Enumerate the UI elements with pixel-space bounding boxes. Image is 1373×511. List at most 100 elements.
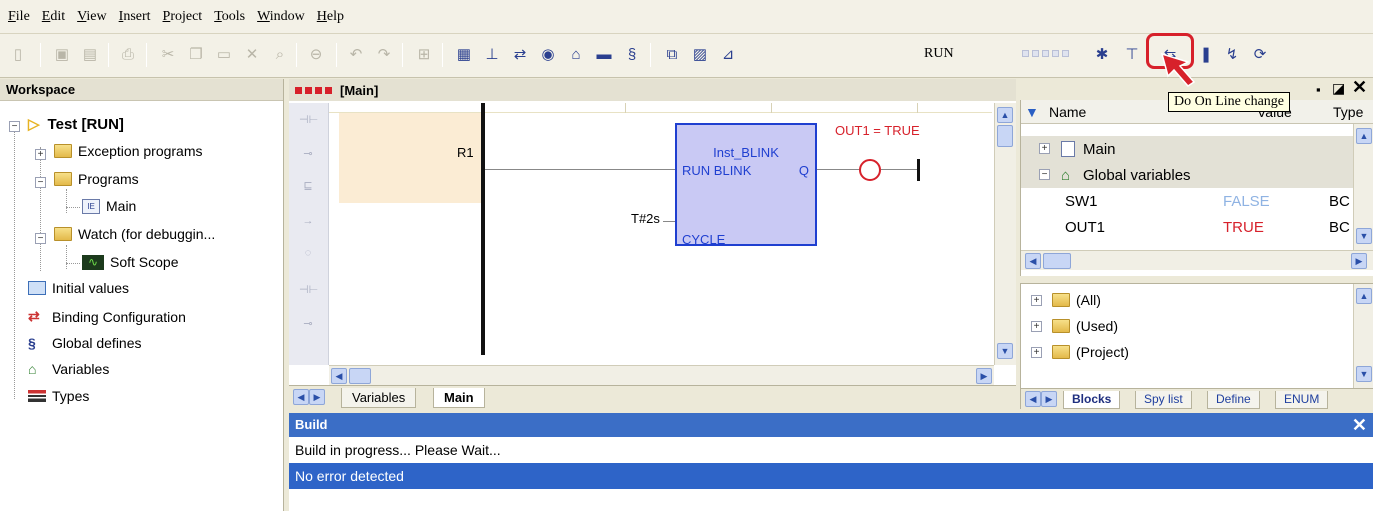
print-icon[interactable]: ⎙	[118, 44, 138, 64]
tree-root[interactable]: ▷ Test [RUN]	[28, 115, 124, 134]
function-block-blink[interactable]: Inst_BLINK RUN BLINK Q CYCLE	[675, 123, 817, 247]
types-icon[interactable]: ▬	[594, 44, 614, 64]
tree-item-main[interactable]: IE Main	[82, 198, 136, 214]
tree-item-binding-configuration[interactable]: ⇄ Binding Configuration	[28, 308, 186, 325]
expand-icon[interactable]: +	[1039, 143, 1050, 154]
tree-item-initial-values[interactable]: Initial values	[28, 280, 129, 296]
tree-item-global-defines[interactable]: § Global defines	[28, 335, 142, 351]
close-icon[interactable]: ✕	[1352, 77, 1367, 98]
expand-icon[interactable]: +	[1031, 346, 1042, 358]
tree-item-types[interactable]: Types	[28, 388, 89, 404]
scroll-right-icon[interactable]: ▶	[976, 368, 992, 384]
scroll-right-icon[interactable]: ▶	[1351, 253, 1367, 269]
column-name[interactable]: Name	[1049, 104, 1086, 120]
tab-spy-list[interactable]: Spy list	[1135, 391, 1192, 409]
pin-icon[interactable]: ▪	[1316, 82, 1321, 97]
defines-icon[interactable]: §	[622, 44, 642, 64]
variable-group-main[interactable]: + Main	[1021, 136, 1354, 162]
block-group-all[interactable]: + (All)	[1031, 292, 1101, 308]
binding-icon[interactable]: ⇄	[510, 44, 530, 64]
coil-tool-icon[interactable]: ⊸	[299, 147, 317, 161]
online-icon[interactable]: ⊿	[718, 44, 738, 64]
menu-window[interactable]: Window	[257, 9, 305, 25]
tab-scroll-right-icon[interactable]: ▶	[1041, 391, 1057, 407]
save-icon[interactable]: ▣	[52, 44, 72, 64]
menu-project[interactable]: Project	[163, 9, 203, 25]
save-all-icon[interactable]: ▤	[80, 44, 100, 64]
paste-icon[interactable]: ▭	[214, 44, 234, 64]
block-tool-icon[interactable]: ⊑	[299, 179, 317, 193]
new-icon[interactable]: ▯	[8, 44, 28, 64]
scroll-thumb[interactable]	[349, 368, 371, 384]
find-icon[interactable]: ⌕	[270, 44, 290, 64]
scroll-up-icon[interactable]: ▲	[1356, 288, 1372, 304]
trace-icon[interactable]: ⊤	[1122, 44, 1142, 64]
library-icon[interactable]: ◉	[538, 44, 558, 64]
editor-horizontal-scrollbar[interactable]: ◀ ▶	[329, 365, 994, 385]
collapse-icon[interactable]: −	[1039, 169, 1050, 180]
network-icon[interactable]: ⊥	[482, 44, 502, 64]
scroll-up-icon[interactable]: ▲	[1356, 128, 1372, 144]
tree-item-variables[interactable]: ⌂ Variables	[28, 361, 109, 377]
cut-icon[interactable]: ✂	[158, 44, 178, 64]
tab-scroll-right-icon[interactable]: ▶	[309, 389, 325, 405]
expand-icon[interactable]: +	[1031, 320, 1042, 332]
cycle-icon[interactable]: ⟳	[1250, 44, 1270, 64]
negated-contact-tool-icon[interactable]: ⊣⊢	[299, 283, 318, 297]
wire-tool-icon[interactable]: →	[299, 215, 317, 229]
debug-icon[interactable]: ✱	[1092, 44, 1112, 64]
window-icon[interactable]: ⧉	[662, 44, 682, 64]
block-group-project[interactable]: + (Project)	[1031, 344, 1129, 360]
variable-row-out1[interactable]: OUT1 TRUE BC	[1021, 214, 1354, 240]
collapse-icon[interactable]: −	[35, 177, 46, 188]
scroll-down-icon[interactable]: ▼	[1356, 366, 1372, 382]
delete-icon[interactable]: ✕	[242, 44, 262, 64]
rung-tool-icon[interactable]: ⊸	[299, 317, 317, 331]
tree-item-watch[interactable]: Watch (for debuggin...	[54, 226, 215, 242]
coil-out1[interactable]	[859, 159, 881, 181]
link-icon[interactable]: ⊖	[306, 44, 326, 64]
variables-icon[interactable]: ⌂	[566, 44, 586, 64]
scroll-left-icon[interactable]: ◀	[331, 368, 347, 384]
build-output-line-selected[interactable]: No error detected	[289, 463, 1373, 489]
tree-item-exception-programs[interactable]: Exception programs	[54, 143, 203, 159]
contact-tool-icon[interactable]: ⊣⊢	[299, 113, 318, 127]
filter-icon[interactable]: ▼	[1025, 104, 1039, 120]
collapse-icon[interactable]: −	[35, 233, 46, 244]
tab-blocks[interactable]: Blocks	[1063, 391, 1121, 409]
jump-tool-icon[interactable]: ◌	[299, 247, 317, 261]
undock-icon[interactable]: ◪	[1332, 80, 1345, 97]
tab-enum[interactable]: ENUM	[1275, 391, 1329, 409]
variable-group-global[interactable]: − ⌂ Global variables	[1021, 162, 1354, 188]
scroll-thumb[interactable]	[997, 125, 1013, 147]
grid-icon[interactable]: ▦	[454, 44, 474, 64]
menu-tools[interactable]: Tools	[214, 9, 245, 25]
scroll-up-icon[interactable]: ▲	[997, 107, 1013, 123]
column-type[interactable]: Type	[1333, 104, 1363, 120]
menu-help[interactable]: Help	[317, 9, 344, 25]
expand-icon[interactable]: +	[1031, 294, 1042, 306]
build-output-line[interactable]: Build in progress... Please Wait...	[289, 437, 1373, 463]
undo-icon[interactable]: ↶	[346, 44, 366, 64]
variables-vertical-scrollbar[interactable]: ▲ ▼	[1353, 124, 1373, 250]
expand-icon[interactable]: +	[35, 149, 46, 160]
blocks-vertical-scrollbar[interactable]: ▲ ▼	[1353, 284, 1373, 388]
properties-icon[interactable]: ⊞	[414, 44, 434, 64]
variable-value[interactable]: FALSE	[1223, 193, 1270, 210]
variable-value[interactable]: TRUE	[1223, 219, 1264, 236]
variables-horizontal-scrollbar[interactable]: ◀ ▶	[1021, 250, 1373, 270]
scroll-thumb[interactable]	[1043, 253, 1071, 269]
scroll-down-icon[interactable]: ▼	[997, 343, 1013, 359]
build-icon[interactable]: ▨	[690, 44, 710, 64]
menu-edit[interactable]: Edit	[42, 9, 65, 25]
step-icon[interactable]: ↯	[1222, 44, 1242, 64]
copy-icon[interactable]: ❐	[186, 44, 206, 64]
tab-scroll-left-icon[interactable]: ◀	[1025, 391, 1041, 407]
menu-file[interactable]: File	[8, 9, 30, 25]
redo-icon[interactable]: ↷	[374, 44, 394, 64]
block-group-used[interactable]: + (Used)	[1031, 318, 1118, 334]
editor-vertical-scrollbar[interactable]: ▲ ▼	[994, 103, 1016, 365]
variable-row-sw1[interactable]: SW1 FALSE BC	[1021, 188, 1354, 214]
tab-variables[interactable]: Variables	[341, 388, 417, 408]
menu-insert[interactable]: Insert	[119, 9, 151, 25]
